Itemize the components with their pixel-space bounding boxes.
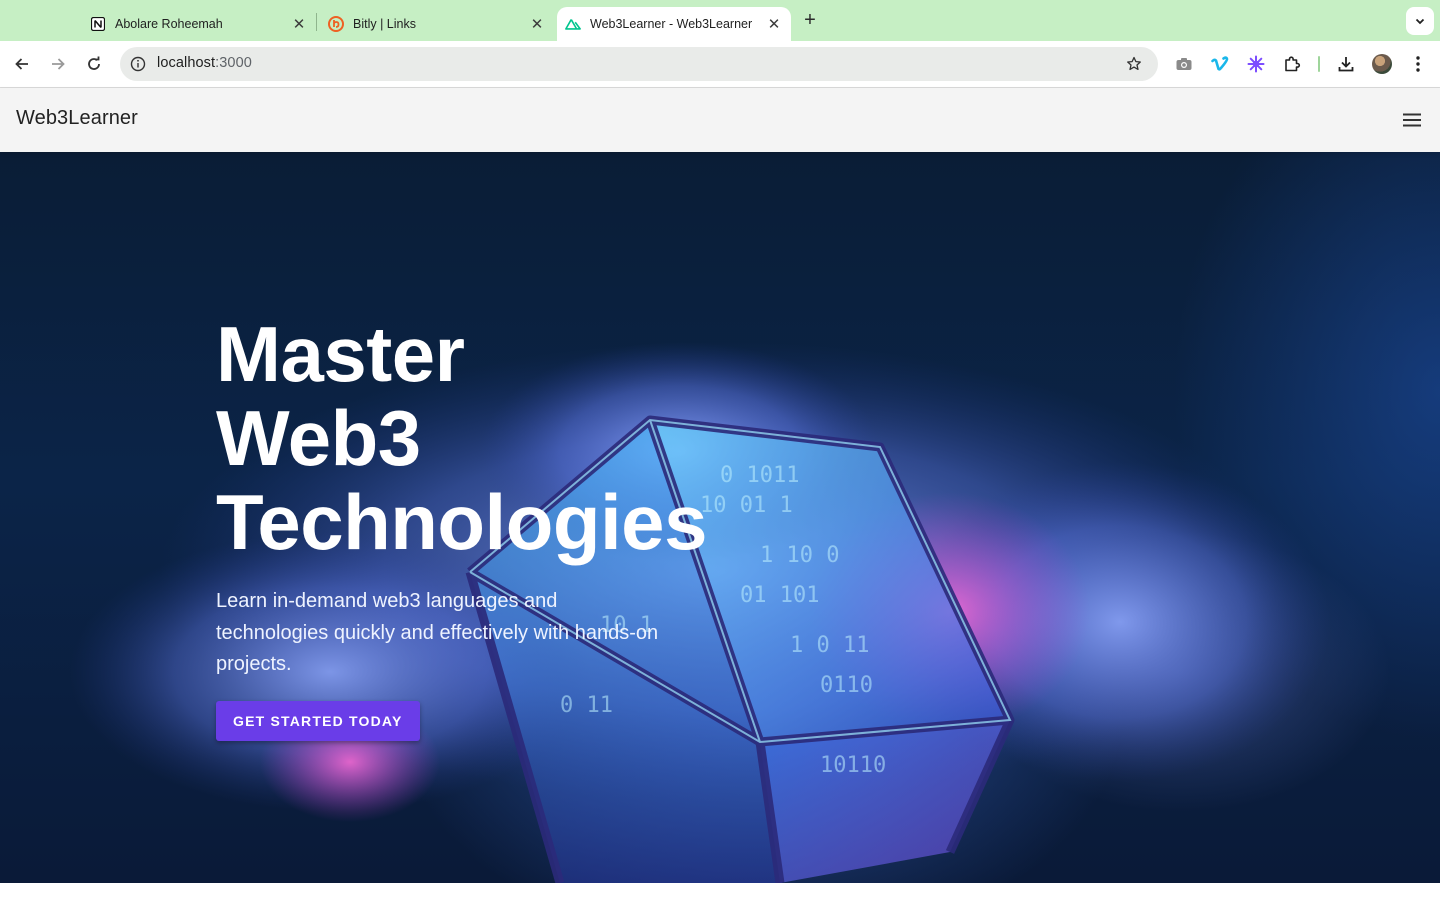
hero-title-line: Web3 [216, 394, 421, 482]
svg-text:01 101: 01 101 [740, 583, 819, 608]
new-tab-button[interactable]: + [799, 9, 821, 31]
hero-section: 0 1011 10 01 1 1 10 0 01 101 1 0 11 0110… [0, 152, 1440, 883]
url-host: localhost [157, 55, 216, 71]
notion-icon [90, 16, 106, 32]
svg-text:0110: 0110 [820, 673, 873, 698]
tab-separator [316, 13, 317, 31]
toolbar-divider [1318, 56, 1320, 72]
address-bar[interactable]: localhost:3000 [120, 47, 1158, 81]
url-port: :3000 [215, 55, 252, 71]
back-button[interactable] [10, 52, 34, 76]
close-tab-icon[interactable]: ✕ [528, 15, 546, 33]
bitly-icon [328, 16, 344, 32]
url-text: localhost:3000 [157, 55, 252, 71]
tab-bitly-links[interactable]: Bitly | Links ✕ [320, 7, 552, 41]
download-icon[interactable] [1334, 52, 1358, 76]
hero-subtitle: Learn in-demand web3 languages and techn… [216, 590, 659, 675]
tab-abolare-roheemah[interactable]: Abolare Roheemah ✕ [82, 7, 314, 41]
svg-text:10110: 10110 [820, 753, 886, 778]
site-info-icon[interactable] [128, 54, 148, 74]
tab-search-button[interactable] [1406, 7, 1434, 35]
tab-title: Web3Learner - Web3Learner [590, 17, 753, 31]
menu-dots-icon[interactable] [1406, 52, 1430, 76]
back-icon [15, 58, 28, 70]
svg-text:1 10 0: 1 10 0 [760, 543, 839, 568]
close-tab-icon[interactable]: ✕ [290, 15, 308, 33]
app-bar: Web3Learner [0, 88, 1440, 152]
chevron-down-icon [1415, 18, 1425, 25]
profile-avatar[interactable] [1372, 54, 1392, 74]
page-below-hero [0, 883, 1440, 900]
svg-text:1 0 11: 1 0 11 [790, 633, 869, 658]
forward-button[interactable] [46, 52, 70, 76]
purple-gear-extension-icon[interactable] [1244, 52, 1268, 76]
tab-web3learner[interactable]: Web3Learner - Web3Learner ✕ [557, 7, 791, 41]
reload-icon [88, 56, 100, 70]
hero-title-line: Master [216, 310, 465, 398]
tab-title: Abolare Roheemah [115, 17, 223, 31]
hero-title-line: Technologies [216, 478, 707, 566]
tab-title: Bitly | Links [353, 17, 416, 31]
bookmark-star-icon[interactable] [1124, 54, 1144, 74]
hero-content: Master Web3 Technologies Learn in-demand… [216, 312, 736, 741]
forward-icon [52, 58, 65, 70]
vimeo-extension-icon[interactable] [1208, 52, 1232, 76]
nuxt-icon [565, 16, 581, 32]
hamburger-menu-icon[interactable] [1400, 108, 1424, 132]
reload-button[interactable] [82, 52, 106, 76]
hero-title: Master Web3 Technologies [216, 312, 736, 564]
browser-toolbar: localhost:3000 [0, 41, 1440, 87]
get-started-button[interactable]: GET STARTED TODAY [216, 700, 420, 741]
brand-title[interactable]: Web3Learner [16, 107, 138, 130]
extensions-puzzle-icon[interactable] [1280, 52, 1304, 76]
close-tab-icon[interactable]: ✕ [765, 15, 783, 33]
browser-tab-strip: Abolare Roheemah ✕ Bitly | Links ✕ Web3L… [0, 0, 1440, 41]
screenshot-camera-icon[interactable] [1172, 52, 1196, 76]
